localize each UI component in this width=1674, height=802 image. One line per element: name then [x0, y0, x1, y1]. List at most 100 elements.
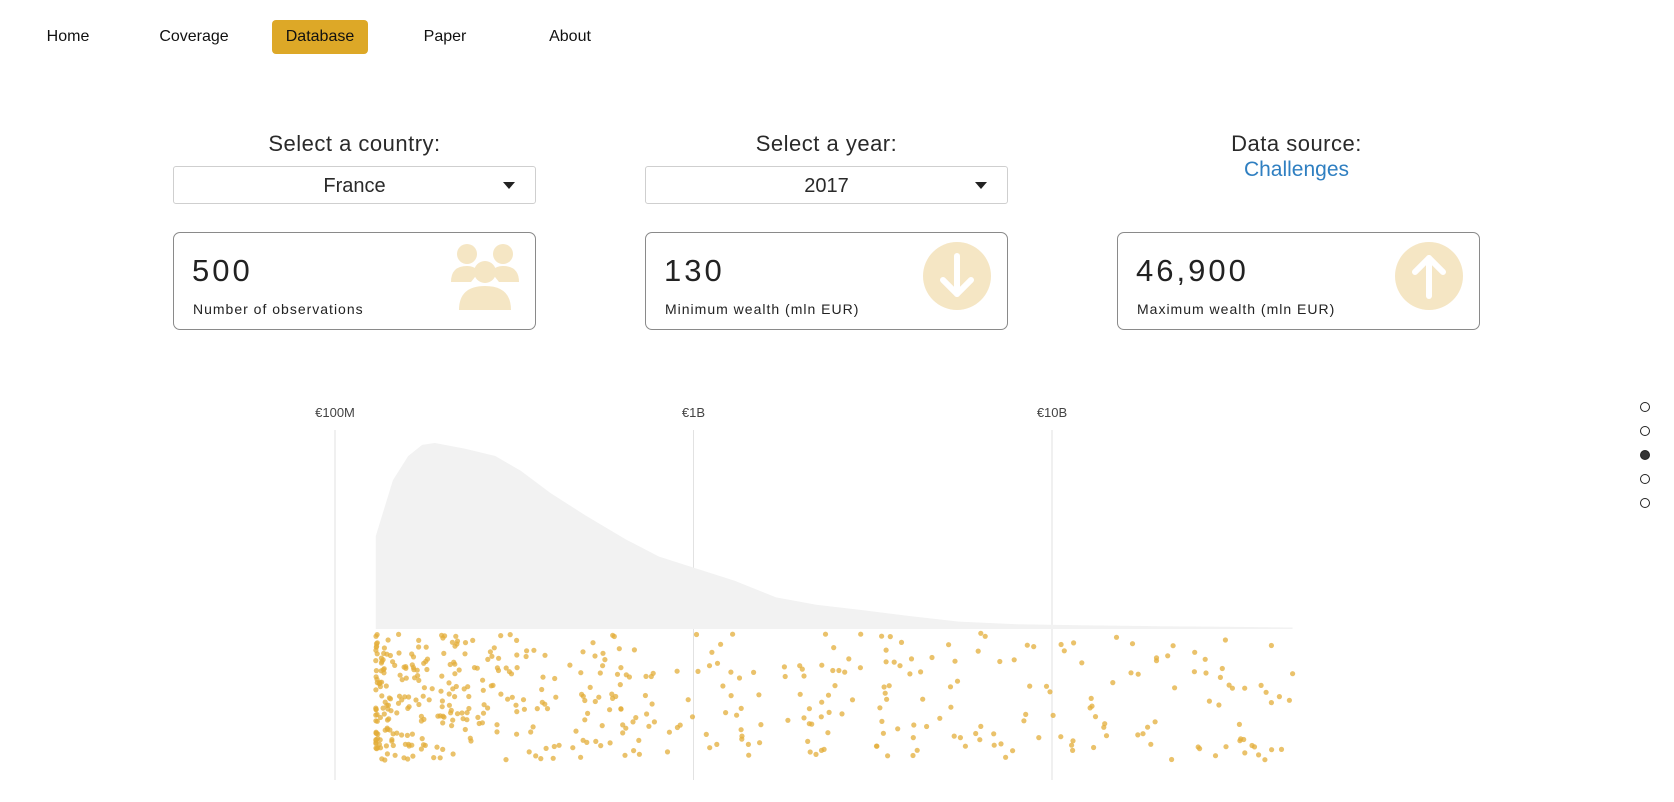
data-point: [596, 694, 602, 700]
data-point: [1212, 753, 1219, 759]
data-point: [914, 747, 920, 753]
data-point: [379, 693, 385, 699]
data-point: [666, 729, 673, 735]
data-point: [392, 752, 398, 758]
data-point: [1148, 741, 1154, 747]
data-point: [556, 742, 562, 748]
data-point: [598, 743, 604, 749]
nav-paper[interactable]: Paper: [405, 20, 485, 54]
data-point: [620, 722, 626, 728]
data-point: [937, 715, 943, 721]
data-point: [406, 743, 412, 749]
section-nav-dot[interactable]: [1640, 474, 1650, 484]
data-point: [383, 743, 389, 749]
data-point: [891, 659, 897, 665]
data-point: [756, 692, 762, 698]
data-point: [540, 674, 546, 680]
data-point: [542, 652, 548, 658]
data-point: [908, 656, 915, 662]
data-point: [895, 726, 901, 732]
nav-about[interactable]: About: [530, 20, 610, 54]
data-point: [1263, 689, 1269, 695]
data-point: [723, 710, 729, 716]
data-point: [384, 651, 390, 657]
data-point: [882, 690, 888, 696]
data-point: [946, 642, 952, 648]
data-point: [494, 729, 500, 735]
data-point: [693, 631, 700, 638]
chevron-down-icon: [975, 182, 987, 189]
data-point: [1222, 637, 1228, 643]
data-point: [991, 742, 997, 748]
data-point: [825, 730, 831, 736]
data-point: [381, 711, 387, 717]
data-point: [1286, 697, 1292, 703]
data-point: [611, 633, 617, 640]
data-point: [394, 710, 400, 716]
data-point: [438, 688, 444, 694]
year-select-label: Select a year:: [755, 131, 898, 156]
data-point: [1135, 732, 1141, 738]
data-point: [487, 649, 493, 655]
data-point: [440, 635, 446, 641]
data-point: [1091, 744, 1097, 751]
data-point: [434, 744, 440, 750]
data-point: [1071, 640, 1077, 646]
data-point: [592, 653, 598, 659]
data-point: [399, 732, 405, 738]
data-point: [464, 717, 470, 723]
data-point: [405, 705, 411, 711]
data-point: [977, 737, 983, 743]
data-point: [924, 723, 930, 730]
data-point: [1088, 695, 1094, 701]
data-point: [379, 756, 385, 762]
data-point: [587, 684, 593, 690]
data-point: [830, 667, 836, 674]
data-point: [785, 717, 791, 723]
data-point: [714, 741, 720, 747]
data-source-link[interactable]: Challenges: [1115, 158, 1478, 182]
data-point: [1110, 680, 1116, 686]
data-point: [1165, 653, 1171, 659]
year-dropdown[interactable]: 2017: [645, 166, 1008, 204]
nav-database[interactable]: Database: [272, 20, 368, 54]
data-point: [578, 754, 584, 760]
data-point: [664, 749, 671, 755]
data-point: [466, 693, 472, 700]
data-point: [526, 749, 532, 755]
data-point: [416, 644, 422, 650]
data-point: [413, 697, 419, 703]
data-point: [420, 693, 426, 699]
data-point: [910, 735, 916, 741]
data-point: [475, 714, 481, 720]
data-point: [418, 718, 424, 724]
data-point: [514, 652, 520, 658]
nav-home[interactable]: Home: [30, 20, 106, 54]
nav-coverage[interactable]: Coverage: [150, 20, 238, 54]
data-point: [1223, 744, 1229, 750]
data-point: [446, 691, 452, 697]
data-point: [646, 723, 652, 729]
country-dropdown[interactable]: France: [173, 166, 536, 204]
data-point: [1047, 689, 1053, 695]
data-point: [416, 637, 422, 643]
data-point: [1290, 671, 1296, 677]
data-point: [1027, 683, 1033, 689]
data-point: [503, 757, 509, 763]
data-point: [685, 697, 691, 703]
section-nav-dot[interactable]: [1640, 402, 1650, 412]
data-point: [380, 705, 386, 711]
data-point: [489, 653, 495, 659]
section-nav-dot[interactable]: [1640, 426, 1650, 436]
data-point: [1050, 712, 1056, 718]
section-nav-dot[interactable]: [1640, 450, 1650, 460]
data-point: [449, 723, 455, 729]
section-nav-dot[interactable]: [1640, 498, 1650, 508]
data-point: [609, 691, 615, 697]
data-point: [491, 645, 497, 651]
data-point: [1058, 734, 1064, 740]
data-point: [481, 702, 487, 708]
stat-value: 500: [192, 253, 253, 288]
data-point: [373, 706, 379, 712]
data-point: [962, 743, 969, 749]
